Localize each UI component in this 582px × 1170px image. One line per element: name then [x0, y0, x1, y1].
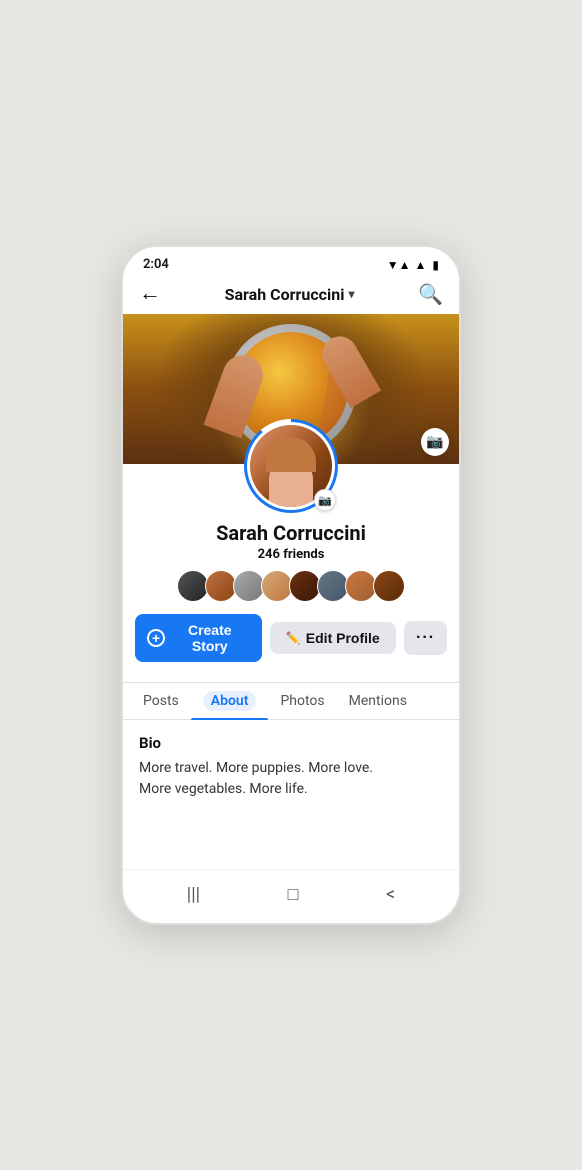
more-icon: ··· — [416, 629, 435, 646]
tabs-bar: Posts About Photos Mentions — [123, 682, 459, 720]
battery-icon: ▮ — [432, 258, 439, 272]
profile-content: 📷 📷 Sarah Corruccini — [123, 314, 459, 869]
signal-icon: ▲ — [415, 258, 427, 272]
nav-title[interactable]: Sarah Corruccini ▾ — [225, 285, 355, 304]
tab-mentions[interactable]: Mentions — [337, 683, 419, 719]
tab-photos[interactable]: Photos — [268, 683, 336, 719]
bottom-nav: ||| □ < — [123, 869, 459, 923]
avatar-wrapper: 📷 — [244, 419, 338, 513]
plus-icon: + — [147, 629, 165, 647]
menu-button[interactable]: ||| — [175, 880, 212, 909]
chevron-down-icon: ▾ — [348, 287, 354, 301]
back-button[interactable]: ← — [139, 283, 161, 305]
create-story-button[interactable]: + Create Story — [135, 614, 262, 662]
more-options-button[interactable]: ··· — [404, 621, 447, 655]
tab-mentions-label: Mentions — [349, 693, 407, 709]
status-icons: ▼▲ ▲ ▮ — [387, 258, 439, 272]
home-button[interactable]: □ — [276, 880, 311, 909]
tab-about[interactable]: About — [191, 683, 269, 719]
search-button[interactable]: 🔍 — [418, 282, 443, 306]
action-buttons: + Create Story ✏️ Edit Profile ··· — [123, 614, 459, 662]
edit-profile-label: Edit Profile — [306, 630, 380, 646]
profile-section: 📷 Sarah Corruccini 246 friends — [123, 464, 459, 674]
wifi-icon: ▼▲ — [387, 258, 411, 272]
friends-label: friends — [283, 547, 324, 562]
avatar-face-illustration — [261, 437, 321, 507]
back-nav-button[interactable]: < — [374, 880, 407, 909]
friends-number: 246 — [258, 547, 280, 562]
profile-friends-count: 246 friends — [258, 547, 325, 562]
profile-name: Sarah Corruccini — [216, 521, 366, 545]
tab-photos-label: Photos — [280, 693, 324, 709]
avatar-hair — [266, 437, 316, 472]
about-section: Bio More travel. More puppies. More love… — [123, 720, 459, 814]
bio-label: Bio — [139, 734, 443, 752]
cover-photo-camera-button[interactable]: 📷 — [421, 428, 449, 456]
avatar-camera-button[interactable]: 📷 — [314, 489, 336, 511]
tab-about-label: About — [203, 691, 257, 711]
friend-avatar[interactable] — [373, 570, 405, 602]
status-time: 2:04 — [143, 257, 169, 272]
nav-title-text: Sarah Corruccini — [225, 285, 345, 304]
status-bar: 2:04 ▼▲ ▲ ▮ — [123, 247, 459, 276]
bio-text: More travel. More puppies. More love.Mor… — [139, 758, 443, 800]
tab-posts-label: Posts — [143, 693, 179, 709]
pencil-icon: ✏️ — [286, 631, 301, 645]
nav-bar: ← Sarah Corruccini ▾ 🔍 — [123, 276, 459, 314]
create-story-label: Create Story — [170, 622, 250, 654]
phone-shell: 2:04 ▼▲ ▲ ▮ ← Sarah Corruccini ▾ 🔍 — [121, 245, 461, 925]
tab-posts[interactable]: Posts — [131, 683, 191, 719]
friends-avatars — [177, 570, 405, 602]
edit-profile-button[interactable]: ✏️ Edit Profile — [270, 622, 397, 654]
